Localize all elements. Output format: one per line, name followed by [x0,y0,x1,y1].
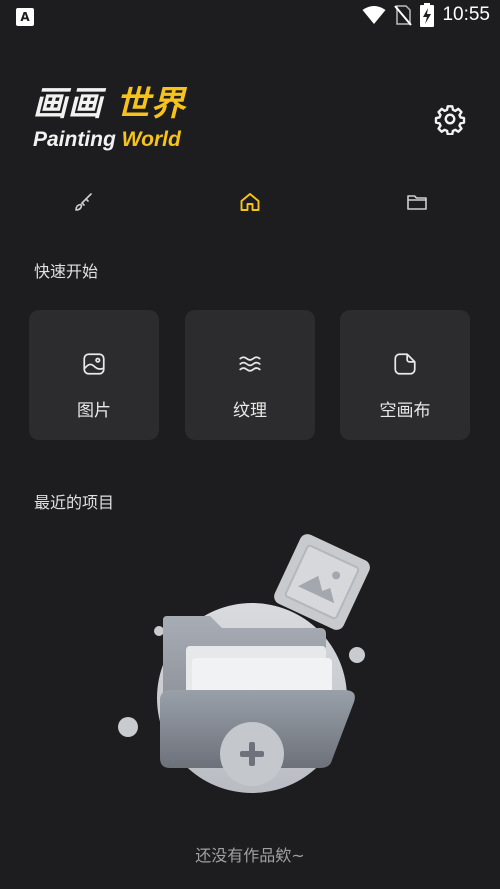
recent-projects-title: 最近的项目 [34,493,115,512]
tab-bar [0,185,500,219]
status-bar: A 10:55 [0,0,500,34]
logo-english: Painting World [33,128,186,152]
logo-chinese: 画画 世界 [33,84,186,124]
logo-cn-part1: 画画 [33,84,103,124]
app-logo: 画画 世界 Painting World [33,84,186,152]
logo-en-part2: World [121,128,181,151]
blank-canvas-icon [391,350,419,378]
gear-icon [434,105,466,135]
status-time: 10:55 [442,4,490,25]
logo-cn-part2: 世界 [115,84,186,124]
no-sim-icon [394,5,413,26]
folder-icon [407,195,427,210]
battery-charging-icon [420,3,435,27]
tab-folder[interactable] [397,185,437,219]
home-icon [240,193,260,211]
tab-brush[interactable] [63,185,103,219]
quick-card-blank-canvas[interactable]: 空画布 [340,310,470,440]
notification-icon: A [16,8,34,26]
quick-card-label: 空画布 [379,401,431,421]
empty-state-text: 还没有作品欸~ [195,846,305,865]
image-icon [80,350,108,378]
logo-en-part1: Painting [33,128,122,151]
brush-icon [75,193,92,211]
quick-card-label: 纹理 [233,401,267,421]
quick-card-texture[interactable]: 纹理 [185,310,315,440]
settings-button[interactable] [432,101,468,137]
texture-icon [236,350,264,378]
empty-folder-illustration [118,534,370,793]
wifi-icon [362,6,386,24]
quick-card-label: 图片 [77,401,111,421]
status-icons: 10:55 [362,3,490,27]
tab-home[interactable] [230,185,270,219]
quick-card-image[interactable]: 图片 [29,310,159,440]
quick-start-title: 快速开始 [34,262,99,281]
